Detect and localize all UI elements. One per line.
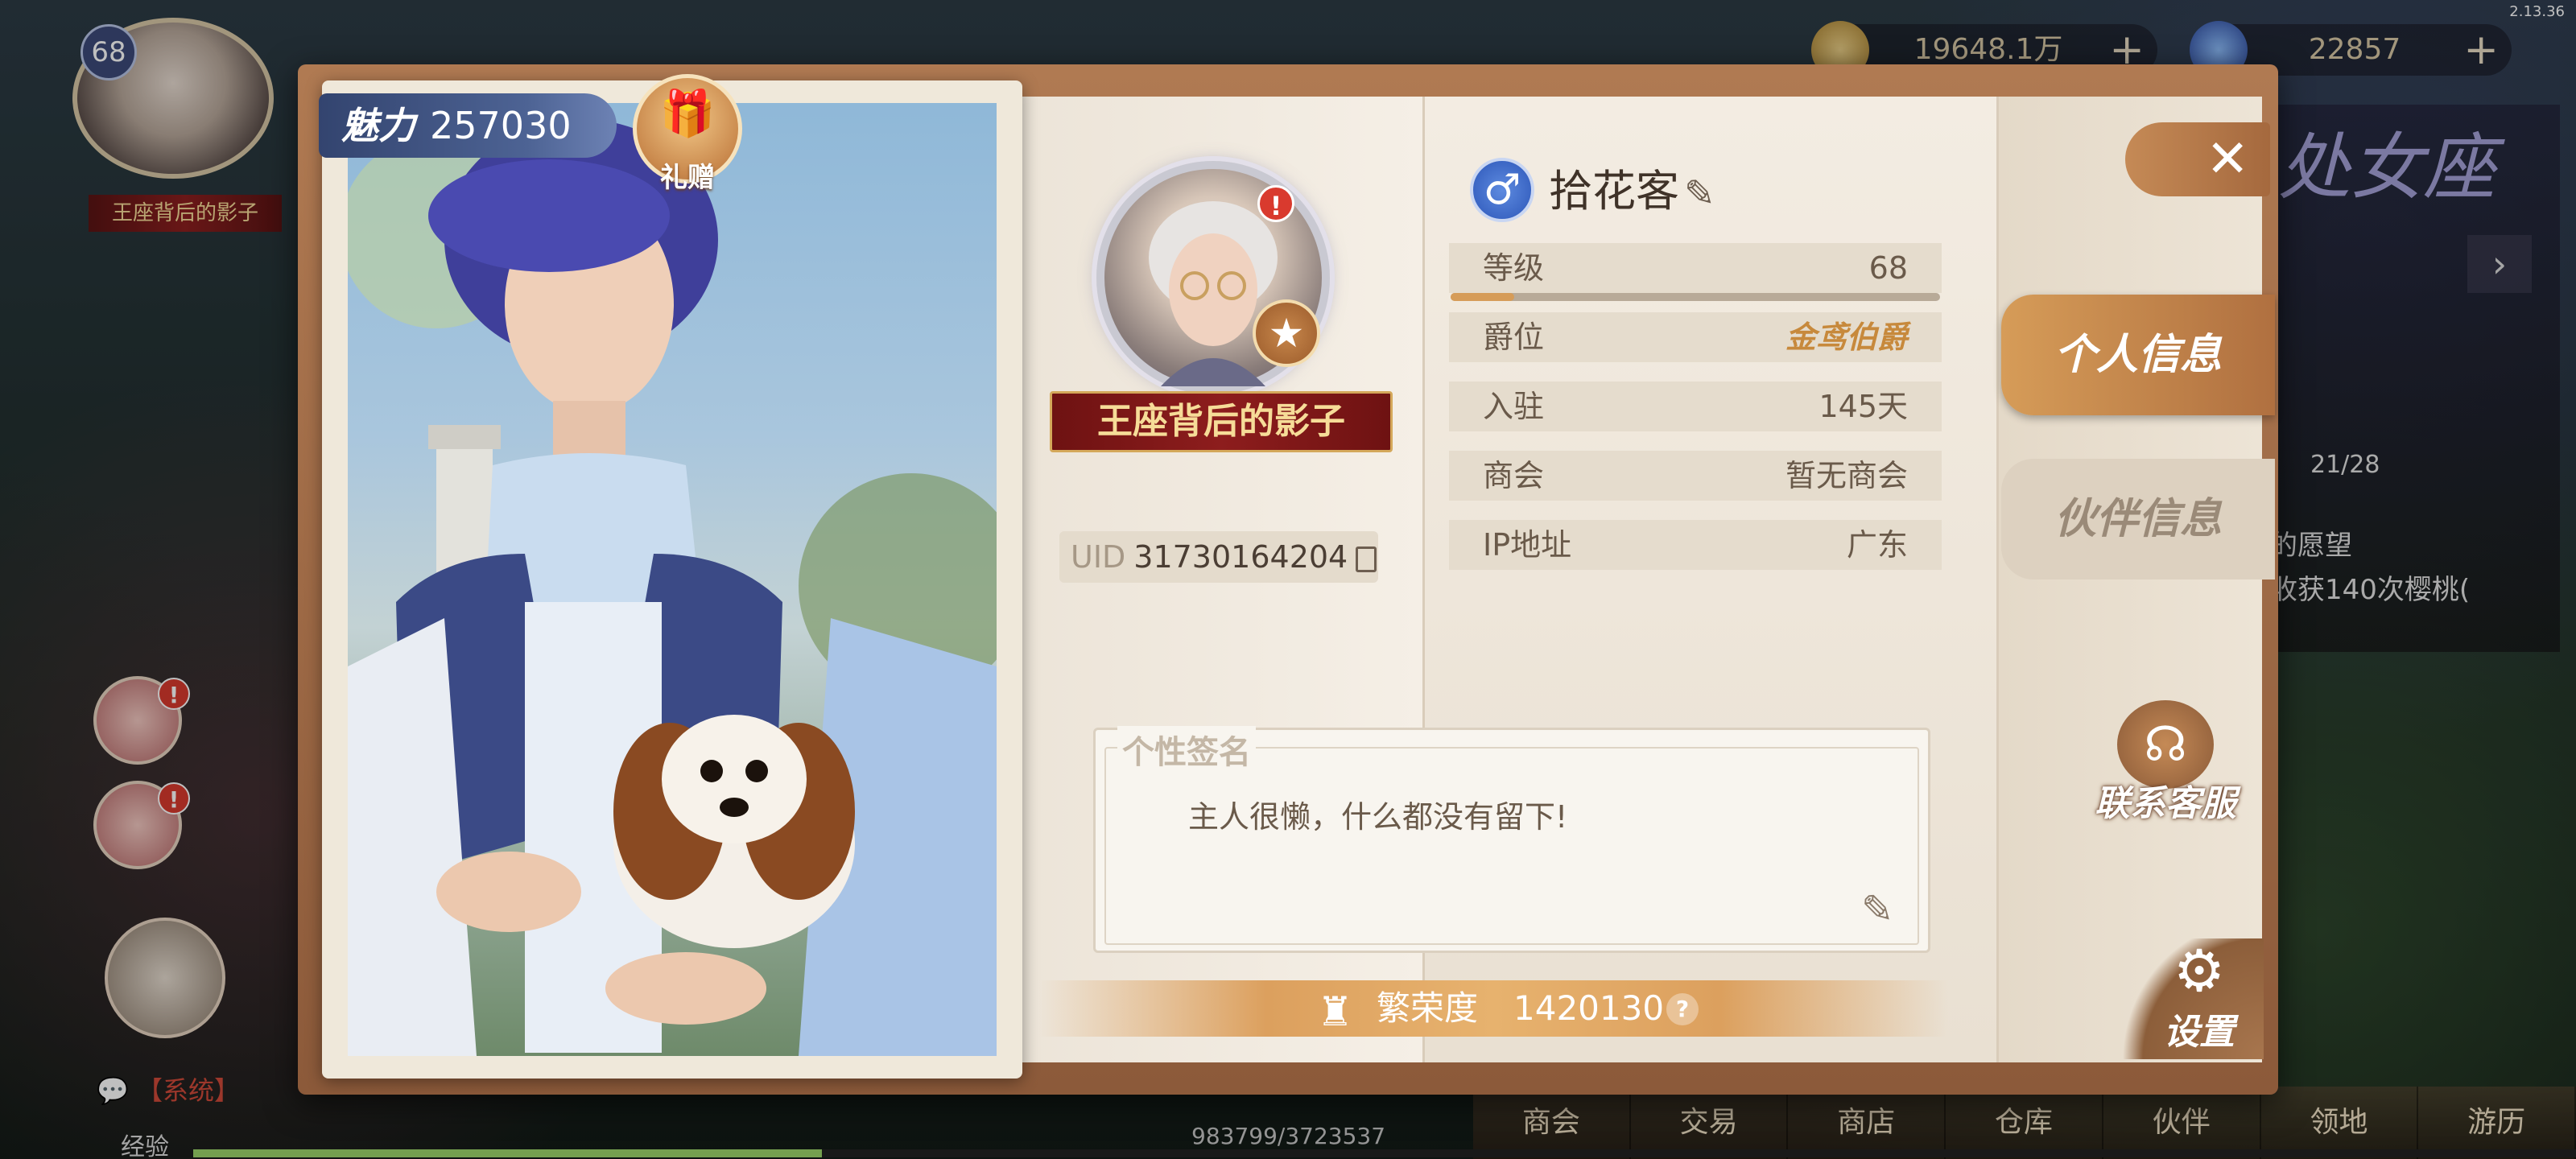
tab-partner-info[interactable]: 伙伴信息 (2001, 459, 2275, 580)
character-illustration (348, 119, 997, 1056)
uid-label: UID (1071, 539, 1126, 575)
uid-value: 31730164204 (1133, 539, 1348, 575)
signature-inner-border (1104, 747, 1919, 945)
info-row-days: 入驻 145天 (1449, 382, 1942, 431)
title-ribbon[interactable]: 王座背后的影子 (1050, 391, 1393, 452)
days-label: 入驻 (1483, 389, 1545, 424)
tab-personal-info[interactable]: 个人信息 (2001, 295, 2275, 415)
level-progress-fill (1451, 293, 1515, 301)
charm-value: 257030 (430, 104, 572, 147)
ip-value: 广东 (1846, 527, 1908, 563)
signature-text: 主人很懒，什么都没有留下! (1188, 799, 1568, 835)
close-button[interactable]: ✕ (2125, 122, 2270, 196)
level-value: 68 (1868, 250, 1908, 286)
days-value: 145天 (1818, 389, 1908, 424)
gear-icon: ⚙ (2173, 937, 2226, 1004)
info-row-guild: 商会 暂无商会 (1449, 451, 1942, 501)
info-row-rank: 爵位 金鸢伯爵 (1449, 312, 1942, 362)
gift-label: 礼赠 (660, 162, 715, 194)
signature-title: 个性签名 (1117, 726, 1256, 773)
guild-label: 商会 (1483, 458, 1545, 493)
settings-button[interactable]: ⚙ 设置 (2103, 938, 2264, 1059)
charm-badge: 魅力 257030 (319, 93, 617, 158)
settings-label: 设置 (2164, 1012, 2235, 1053)
guild-value: 暂无商会 (1785, 458, 1908, 493)
level-progress-bar (1451, 293, 1940, 301)
info-row-level: 等级 68 (1449, 243, 1942, 293)
edit-name-icon[interactable]: ✎ (1684, 172, 1729, 214)
prosperity-bar: ♜ 繁荣度 1420130 ? (1038, 980, 1948, 1037)
gift-button[interactable]: 🎁 礼赠 (633, 74, 742, 194)
male-gender-icon: ♂ (1470, 158, 1534, 222)
player-name: 拾花客 (1549, 166, 1679, 217)
copy-icon[interactable] (1356, 546, 1377, 572)
uid-field: UID 31730164204 (1059, 531, 1378, 583)
star-sign-icon[interactable]: ★ (1253, 299, 1320, 367)
castle-icon: ♜ (1317, 988, 1353, 1035)
gift-icon: 🎁 (659, 88, 716, 140)
rank-label: 爵位 (1483, 320, 1545, 355)
character-portrait[interactable] (348, 103, 997, 1056)
avatar-alert-badge: ! (1257, 185, 1294, 222)
ip-label: IP地址 (1483, 527, 1572, 563)
close-icon: ✕ (2206, 130, 2249, 189)
charm-label: 魅力 (341, 104, 415, 147)
customer-service-label: 联系客服 (2095, 783, 2236, 824)
customer-service-button[interactable]: ☊ 联系客服 (2093, 700, 2238, 824)
info-row-ip: IP地址 广东 (1449, 520, 1942, 570)
profile-tab-area (1996, 97, 2262, 1062)
rank-value: 金鸢伯爵 (1785, 319, 1908, 355)
level-label: 等级 (1483, 250, 1545, 286)
prosperity-value: 1420130 (1513, 988, 1665, 1028)
edit-signature-icon[interactable]: ✎ (1861, 887, 1909, 932)
prosperity-label: 繁荣度 (1377, 988, 1479, 1028)
help-icon[interactable]: ? (1666, 993, 1699, 1025)
